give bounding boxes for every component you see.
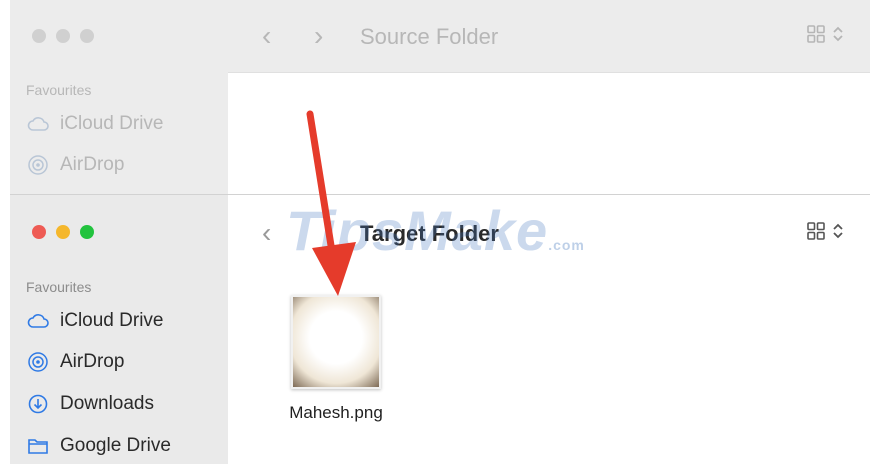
grid-view-icon [806,24,826,49]
file-item[interactable]: Mahesh.png [276,295,396,423]
view-options-button[interactable] [806,24,844,49]
chevron-updown-icon [832,24,844,49]
window-title: Source Folder [360,24,499,49]
window-controls [32,225,94,239]
sidebar-item-downloads[interactable]: Downloads [26,392,154,416]
airdrop-icon [26,153,50,177]
sidebar-section-favourites: Favourites [26,279,92,295]
zoom-button[interactable] [80,29,94,43]
sidebar-item-airdrop[interactable]: AirDrop [26,350,124,374]
chevron-updown-icon [832,221,844,246]
sidebar-item-icloud-drive[interactable]: iCloud Drive [26,309,163,333]
toolbar: ‹ › Source Folder [228,0,870,73]
watermark-suffix: .com [548,237,585,253]
minimize-button[interactable] [56,29,70,43]
sidebar: Favourites iCloud Drive AirDrop [10,0,228,194]
view-options-button[interactable] [806,221,844,246]
cloud-icon [26,309,50,333]
airdrop-icon [26,350,50,374]
forward-icon[interactable]: › [314,22,323,50]
sidebar-item-label: iCloud Drive [60,113,164,134]
sidebar-item-label: iCloud Drive [60,310,164,331]
drag-arrow-icon [306,110,356,296]
sidebar: Favourites iCloud Drive AirDrop Download… [10,195,228,464]
sidebar-item-google-drive[interactable]: Google Drive [26,434,171,458]
minimize-button[interactable] [56,225,70,239]
sidebar-item-airdrop[interactable]: AirDrop [26,153,124,177]
file-thumbnail [291,295,381,389]
sidebar-item-label: AirDrop [60,154,125,175]
back-icon[interactable]: ‹ [262,22,271,50]
source-folder-window: Favourites iCloud Drive AirDrop ‹ › Sour… [10,0,870,194]
sidebar-item-label: AirDrop [60,351,125,372]
sidebar-item-label: Downloads [60,393,154,414]
zoom-button[interactable] [80,225,94,239]
close-button[interactable] [32,225,46,239]
sidebar-section-favourites: Favourites [26,82,92,98]
file-name: Mahesh.png [289,403,383,422]
sidebar-item-icloud-drive[interactable]: iCloud Drive [26,112,163,136]
grid-view-icon [806,221,826,246]
download-icon [26,392,50,416]
window-controls [32,29,94,43]
folder-icon [26,434,50,458]
sidebar-item-label: Google Drive [60,435,171,456]
close-button[interactable] [32,29,46,43]
cloud-icon [26,112,50,136]
back-icon[interactable]: ‹ [262,219,271,247]
